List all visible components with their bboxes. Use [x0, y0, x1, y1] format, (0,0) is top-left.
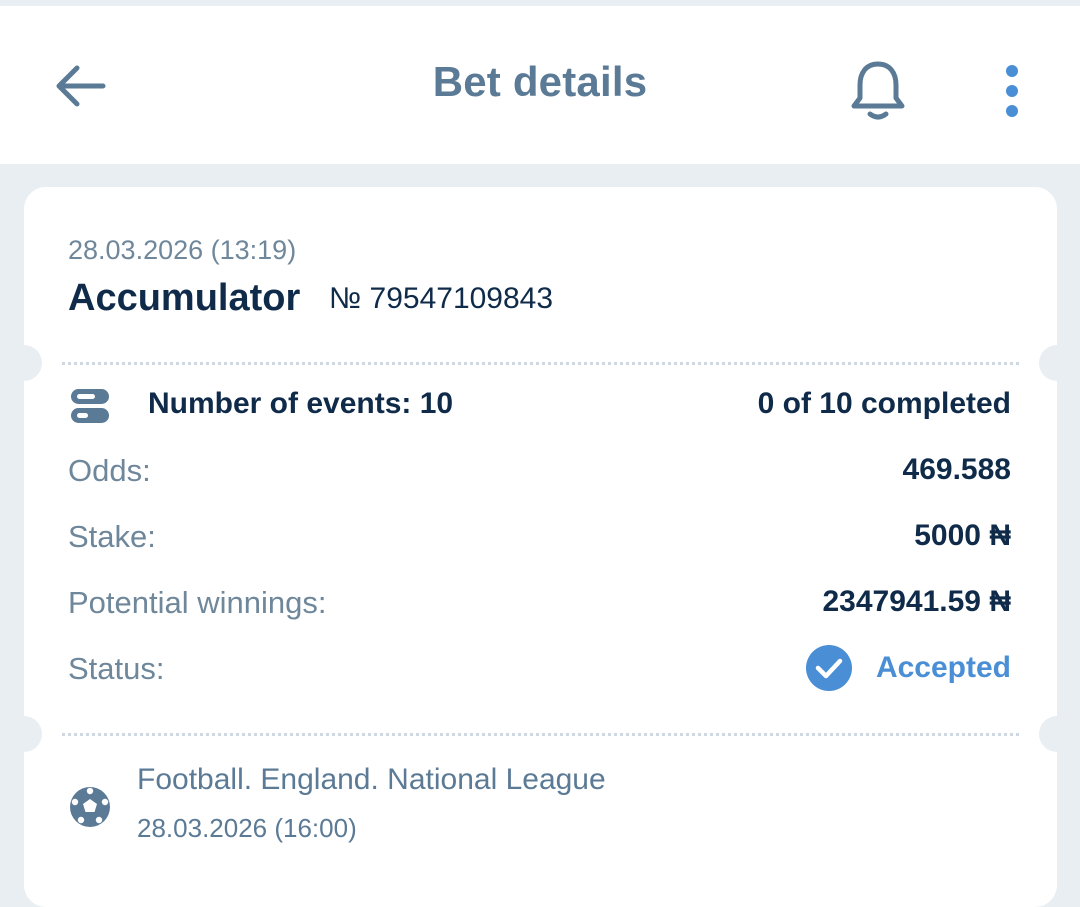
check-circle-icon	[805, 645, 852, 691]
potential-winnings-value: 2347941.59 ₦	[822, 585, 1012, 618]
app-header: Bet details	[0, 6, 1080, 164]
ticket-notch	[6, 716, 42, 752]
bet-number: № 79547109843	[329, 282, 554, 315]
ticket-notch	[1039, 345, 1075, 381]
stake-label: Stake:	[68, 519, 156, 554]
events-completed: 0 of 10 completed	[757, 387, 1011, 420]
divider	[62, 362, 1019, 365]
status-value: Accepted	[875, 651, 1011, 684]
events-list-icon	[71, 389, 109, 423]
page-title: Bet details	[432, 58, 648, 105]
events-count: Number of events: 10	[148, 387, 454, 420]
status-label: Status:	[68, 651, 165, 686]
potential-winnings-label: Potential winnings:	[68, 585, 327, 620]
bet-card: 28.03.2026 (13:19) Accumulator № 7954710…	[6, 187, 1075, 907]
odds-value: 469.588	[902, 453, 1011, 486]
stake-value: 5000 ₦	[914, 519, 1011, 552]
notifications-button[interactable]	[840, 50, 916, 130]
bet-date: 28.03.2026 (13:19)	[68, 235, 297, 265]
ticket-notch	[6, 345, 42, 381]
event-date: 28.03.2026 (16:00)	[137, 813, 357, 843]
football-icon	[70, 787, 110, 827]
odds-label: Odds:	[68, 453, 151, 488]
divider	[62, 733, 1019, 736]
more-options-button[interactable]	[988, 56, 1036, 126]
event-league[interactable]: Football. England. National League	[137, 763, 606, 797]
bet-type: Accumulator	[68, 277, 301, 319]
bell-icon	[851, 61, 905, 120]
ticket-notch	[1039, 716, 1075, 752]
status-badge: Accepted	[805, 645, 1011, 691]
more-vertical-icon	[1006, 65, 1018, 117]
